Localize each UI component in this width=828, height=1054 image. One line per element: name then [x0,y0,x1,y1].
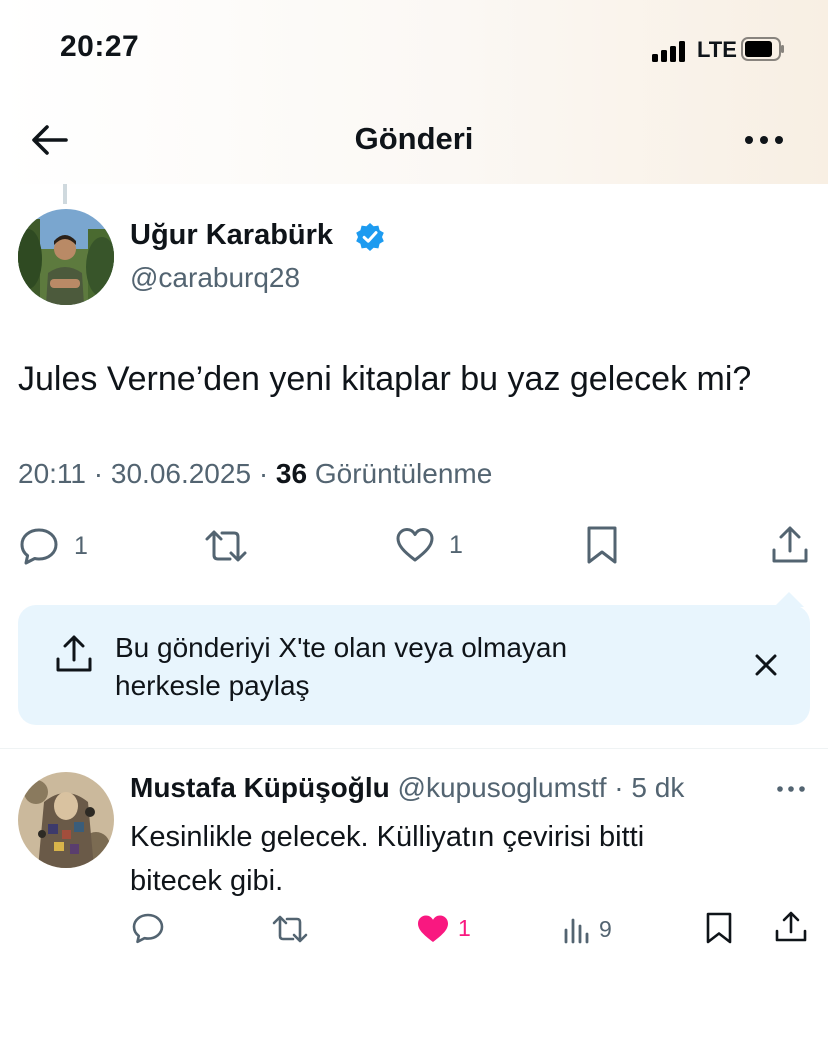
share-prompt-line2: herkesle paylaş [115,670,310,701]
reply-more-icon[interactable] [775,780,807,798]
reply-bookmark-button[interactable] [704,911,734,945]
reply-author-avatar[interactable] [18,772,114,868]
author-avatar[interactable] [18,209,114,305]
thread-line [63,184,67,204]
signal-icon [652,40,690,62]
tweet-date[interactable]: 30.06.2025 [111,458,251,489]
share-prompt: Bu gönderiyi X'te olan veya olmayan herk… [18,605,810,725]
reply-views-button[interactable]: 9 [563,914,612,944]
network-label: LTE [697,37,737,62]
views-label: Görüntülenme [314,458,493,489]
tweet-meta: 20:11 · 30.06.2025 · 36 Görüntülenme [18,458,492,490]
tweet-time: 20:11 [18,458,86,489]
reply-reply-button[interactable] [131,912,165,944]
author-name[interactable]: Uğur Karabürk [130,219,333,252]
reply-author-name[interactable]: Mustafa Küpüşoğlu [130,772,390,803]
battery-icon [741,37,784,61]
meta-separator: · [258,458,269,489]
bookmark-icon [706,912,732,944]
reply-button[interactable]: 1 [18,526,88,566]
share-prompt-text[interactable]: Bu gönderiyi X'te olan veya olmayan herk… [115,629,675,705]
reply-text: Kesinlikle gelecek. Külliyatın çevirisi … [130,815,770,903]
share-button[interactable] [770,524,810,566]
author-handle[interactable]: @caraburq28 [130,262,300,294]
reply-share-button[interactable] [774,910,808,944]
share-upload-icon [56,635,92,672]
bookmark-icon [587,526,617,564]
heart-filled-icon [418,915,448,942]
more-options-icon[interactable] [742,122,786,158]
reply-header: Mustafa Küpüşoğlu @kupusoglumstf · 5 dk [130,772,684,804]
reply-icon [20,528,58,565]
reply-text-line1: Kesinlikle gelecek. Külliyatın çevirisi … [130,821,645,853]
bookmark-button[interactable] [584,524,620,566]
page-title: Gönderi [354,121,474,156]
share-prompt-line1: Bu gönderiyi X'te olan veya olmayan [115,632,568,663]
tweet-text: Jules Verne’den yeni kitaplar bu yaz gel… [18,360,752,398]
share-icon [775,911,807,942]
reply-icon [132,913,164,944]
heart-outline-icon [396,528,434,562]
reply-like-button[interactable]: 1 [416,913,471,944]
like-count: 1 [449,530,463,559]
repost-icon [272,915,308,943]
divider [0,748,828,749]
views-bar-chart-icon [564,918,589,944]
verified-badge-icon [356,223,384,251]
share-icon [772,526,808,563]
reply-separator: · [614,772,624,803]
reply-repost-button[interactable] [272,913,308,945]
views-count: 36 [275,458,308,489]
meta-separator: · [93,458,104,489]
close-icon[interactable] [751,650,781,680]
like-button[interactable]: 1 [395,526,463,564]
reply-views-count: 9 [599,915,612,942]
reply-like-count: 1 [458,915,471,941]
reply-time[interactable]: 5 dk [631,772,684,803]
repost-icon [205,530,247,562]
status-time: 20:27 [60,30,140,63]
reply-count: 1 [74,531,88,560]
repost-button[interactable] [204,526,262,566]
reply-text-line2: bitecek gibi. [130,865,284,897]
reply-author-handle[interactable]: @kupusoglumstf [398,772,607,803]
